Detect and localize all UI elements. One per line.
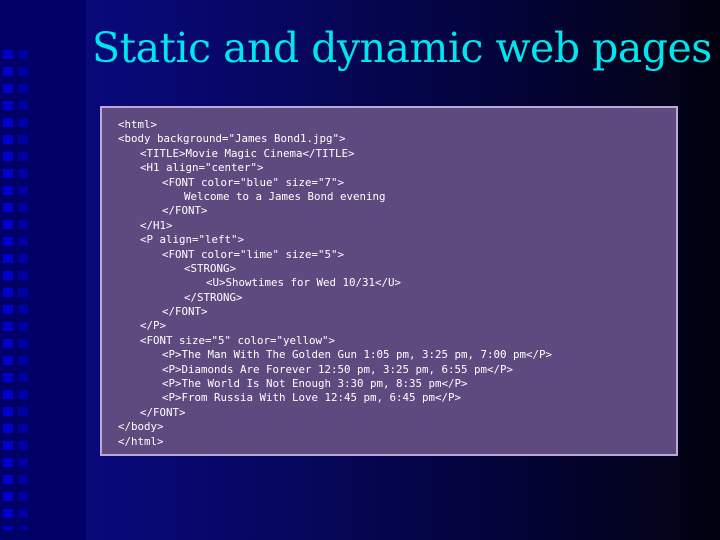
code-line: Welcome to a James Bond evening (184, 189, 386, 203)
code-line: </FONT> (162, 305, 208, 319)
slide-title: Static and dynamic web pages (92, 24, 712, 72)
code-line: <FONT color="lime" size="5"> (162, 247, 345, 261)
sidebar-squares-pattern (3, 50, 13, 530)
code-line: <P>Diamonds Are Forever 12:50 pm, 3:25 p… (162, 362, 514, 376)
code-line: </P> (140, 319, 167, 333)
code-line: </FONT> (140, 405, 186, 419)
code-listing: <html> <body background="James Bond1.jpg"… (118, 118, 676, 449)
code-line: <U>Showtimes for Wed 10/31</U> (206, 276, 402, 290)
code-line: </H1> (140, 218, 173, 232)
code-line: <body background="James Bond1.jpg"> (118, 132, 346, 146)
code-line: <P>The World Is Not Enough 3:30 pm, 8:35… (162, 377, 468, 391)
code-line: <P align="left"> (140, 233, 245, 247)
code-line: <TITLE>Movie Magic Cinema</TITLE> (140, 146, 355, 160)
code-line: <P>The Man With The Golden Gun 1:05 pm, … (162, 348, 553, 362)
decorative-sidebar (0, 0, 86, 540)
code-line: </html> (118, 434, 164, 448)
code-line: <FONT color="blue" size="7"> (162, 175, 345, 189)
code-line: <html> (118, 118, 158, 131)
code-listing-box: <html> <body background="James Bond1.jpg"… (100, 106, 678, 456)
code-line: <STRONG> (184, 261, 237, 275)
sidebar-squares-pattern-faded (18, 50, 28, 530)
code-line: <FONT size="5" color="yellow"> (140, 333, 336, 347)
code-line: <H1 align="center"> (140, 161, 264, 175)
code-line: </body> (118, 420, 164, 434)
code-line: </FONT> (162, 204, 208, 218)
code-line: <P>From Russia With Love 12:45 pm, 6:45 … (162, 391, 462, 405)
code-line: </STRONG> (184, 290, 243, 304)
